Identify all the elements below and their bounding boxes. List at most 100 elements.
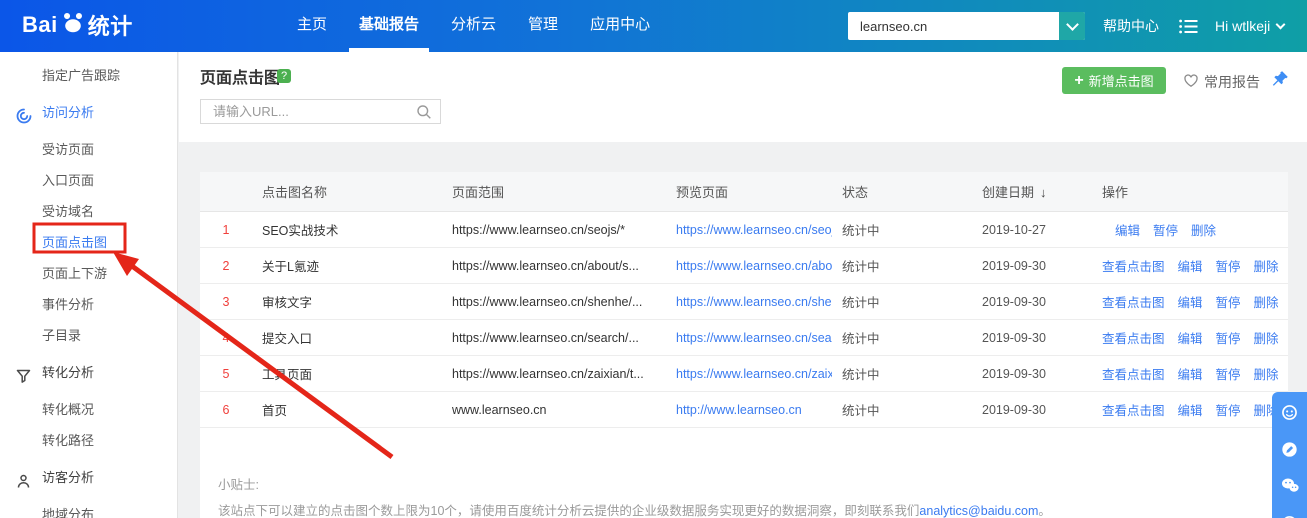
sort-descending-icon[interactable]: ↓ [1040, 185, 1047, 200]
site-selector-dropdown-button[interactable] [1059, 12, 1085, 40]
col-date-label: 创建日期 [982, 185, 1034, 200]
sidebar-section-visit-analysis[interactable]: 访问分析 [0, 97, 177, 128]
nav-home[interactable]: 主页 [281, 0, 343, 52]
table-row: 6 首页 www.learnseo.cn http://www.learnseo… [200, 392, 1288, 428]
logo-text-bai: Bai [22, 12, 58, 38]
sidebar: 指定广告跟踪 访问分析 受访页面 入口页面 受访域名 页面点击图 页面上下游 事… [0, 52, 178, 518]
delete-link[interactable]: 删除 [1254, 364, 1279, 383]
sidebar-item-entry-pages[interactable]: 入口页面 [0, 165, 177, 196]
nav-analytics-cloud[interactable]: 分析云 [435, 0, 512, 52]
phone-icon[interactable] [1280, 514, 1299, 518]
pause-link[interactable]: 暂停 [1153, 220, 1178, 239]
view-clickmap-link[interactable]: 查看点击图 [1102, 256, 1165, 275]
sidebar-item-ad-tracking[interactable]: 指定广告跟踪 [0, 60, 177, 91]
preview-link[interactable]: https://www.learnseo.cn/seojs/ [676, 223, 832, 237]
pin-icon[interactable] [1270, 70, 1289, 92]
clickmap-name: 工具页面 [252, 364, 442, 383]
pause-link[interactable]: 暂停 [1216, 364, 1241, 383]
customer-service-icon[interactable] [1280, 403, 1299, 425]
add-clickmap-button[interactable]: + 新增点击图 [1062, 67, 1166, 94]
sidebar-item-page-clickmap[interactable]: 页面点击图 [0, 227, 177, 258]
page-range: www.learnseo.cn [442, 403, 666, 417]
created-date: 2019-09-30 [972, 295, 1092, 309]
row-number: 4 [200, 331, 252, 345]
nav-basic-reports[interactable]: 基础报告 [343, 0, 435, 52]
baidu-tongji-logo[interactable]: Bai 统计 [22, 9, 133, 41]
view-clickmap-link[interactable]: 查看点击图 [1102, 292, 1165, 311]
delete-link[interactable]: 删除 [1254, 292, 1279, 311]
view-clickmap-link[interactable]: 查看点击图 [1102, 364, 1165, 383]
col-status: 状态 [832, 182, 972, 201]
view-clickmap-link[interactable]: 查看点击图 [1102, 400, 1165, 419]
sidebar-section-conversion-analysis[interactable]: 转化分析 [0, 357, 177, 388]
sidebar-item-visited-domains[interactable]: 受访域名 [0, 196, 177, 227]
delete-link[interactable]: 删除 [1254, 328, 1279, 347]
pause-link[interactable]: 暂停 [1216, 328, 1241, 347]
page-range: https://www.learnseo.cn/zaixian/t... [442, 367, 666, 381]
preview-link[interactable]: https://www.learnseo.cn/zaixian/t... [676, 367, 832, 381]
heart-icon [1183, 73, 1199, 91]
table-row: 4 提交入口 https://www.learnseo.cn/search/..… [200, 320, 1288, 356]
contact-email-link[interactable]: analytics@baidu.com [919, 504, 1038, 518]
created-date: 2019-10-27 [972, 223, 1092, 237]
preview-link[interactable]: https://www.learnseo.cn/shenhe/... [676, 295, 832, 309]
sidebar-item-conversion-path[interactable]: 转化路径 [0, 425, 177, 456]
page-range: https://www.learnseo.cn/seojs/* [442, 223, 666, 237]
help-badge-icon[interactable]: ? [277, 69, 291, 83]
nav-app-center[interactable]: 应用中心 [574, 0, 666, 52]
sidebar-item-event-analysis[interactable]: 事件分析 [0, 289, 177, 320]
edit-link[interactable]: 编辑 [1178, 328, 1203, 347]
preview-link[interactable]: http://www.learnseo.cn [676, 403, 802, 417]
preview-link[interactable]: https://www.learnseo.cn/search/... [676, 331, 832, 345]
site-selector[interactable]: learnseo.cn [848, 12, 1085, 40]
search-icon[interactable] [416, 104, 432, 123]
feedback-icon[interactable] [1280, 440, 1299, 462]
sidebar-item-region-distribution[interactable]: 地域分布 [0, 499, 177, 518]
url-search-input[interactable] [201, 100, 413, 123]
tips-suffix: 。 [1038, 504, 1051, 518]
sidebar-section-visitor-analysis[interactable]: 访客分析 [0, 462, 177, 493]
edit-link[interactable]: 编辑 [1178, 364, 1203, 383]
clickmap-name: 审核文字 [252, 292, 442, 311]
edit-link[interactable]: 编辑 [1115, 220, 1140, 239]
clickmap-name: 首页 [252, 400, 442, 419]
nav-manage[interactable]: 管理 [512, 0, 574, 52]
col-name: 点击图名称 [252, 182, 442, 201]
floating-contact-toolbar [1272, 392, 1307, 518]
sidebar-item-subdirectory[interactable]: 子目录 [0, 320, 177, 351]
preview-link[interactable]: https://www.learnseo.cn/about/s... [676, 259, 832, 273]
view-clickmap-link[interactable]: 查看点击图 [1102, 328, 1165, 347]
chevron-down-icon [1276, 20, 1286, 30]
status-text: 统计中 [832, 400, 972, 419]
clickmap-name: 关于L氪迹 [252, 256, 442, 275]
status-text: 统计中 [832, 220, 972, 239]
main-nav: 主页 基础报告 分析云 管理 应用中心 [281, 0, 666, 52]
table-row: 2 关于L氪迹 https://www.learnseo.cn/about/s.… [200, 248, 1288, 284]
tips-text: 该站点下可以建立的点击图个数上限为10个，请使用百度统计分析云提供的企业级数据服… [218, 504, 919, 518]
help-center-link[interactable]: 帮助中心 [1103, 0, 1159, 52]
pause-link[interactable]: 暂停 [1216, 292, 1241, 311]
page-range: https://www.learnseo.cn/shenhe/... [442, 295, 666, 309]
table-row: 3 审核文字 https://www.learnseo.cn/shenhe/..… [200, 284, 1288, 320]
col-range: 页面范围 [442, 182, 666, 201]
pause-link[interactable]: 暂停 [1216, 400, 1241, 419]
edit-link[interactable]: 编辑 [1178, 400, 1203, 419]
edit-link[interactable]: 编辑 [1178, 292, 1203, 311]
sidebar-item-visited-pages[interactable]: 受访页面 [0, 134, 177, 165]
report-list-icon[interactable] [1179, 19, 1198, 37]
chevron-down-icon [1066, 18, 1079, 31]
favorite-reports-button[interactable]: 常用报告 [1183, 72, 1260, 92]
toolbar-strip [179, 52, 1307, 142]
sidebar-item-page-updown-stream[interactable]: 页面上下游 [0, 258, 177, 289]
sidebar-item-conversion-overview[interactable]: 转化概况 [0, 394, 177, 425]
pause-link[interactable]: 暂停 [1216, 256, 1241, 275]
status-text: 统计中 [832, 256, 972, 275]
delete-link[interactable]: 删除 [1254, 256, 1279, 275]
table-row: 1 SEO实战技术 https://www.learnseo.cn/seojs/… [200, 212, 1288, 248]
user-greeting: Hi wtlkeji [1215, 0, 1270, 52]
row-number: 2 [200, 259, 252, 273]
delete-link[interactable]: 删除 [1191, 220, 1216, 239]
user-menu[interactable]: Hi wtlkeji [1215, 0, 1284, 52]
edit-link[interactable]: 编辑 [1178, 256, 1203, 275]
wechat-icon[interactable] [1280, 477, 1300, 497]
